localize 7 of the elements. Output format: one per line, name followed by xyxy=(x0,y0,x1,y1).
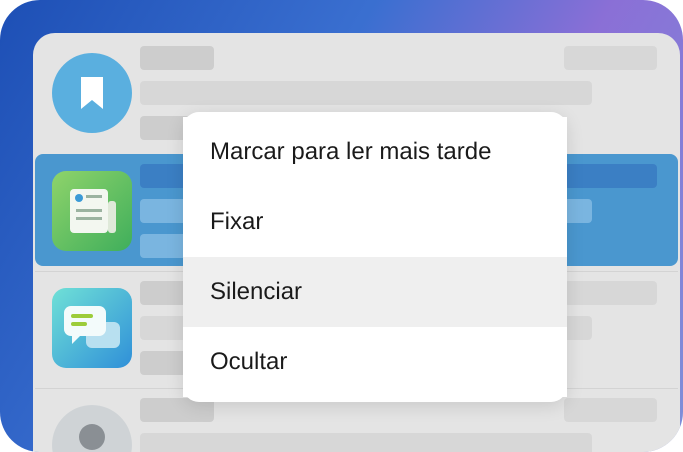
menu-item[interactable]: Ocultar xyxy=(183,327,567,397)
bookmark-icon xyxy=(52,53,132,133)
menu-item[interactable]: Silenciar xyxy=(183,257,567,327)
newspaper-icon xyxy=(52,170,132,250)
menu-item[interactable]: Fixar xyxy=(183,187,567,257)
menu-item[interactable]: Marcar para ler mais tarde xyxy=(183,117,567,187)
chat-bubbles-icon xyxy=(52,288,132,368)
